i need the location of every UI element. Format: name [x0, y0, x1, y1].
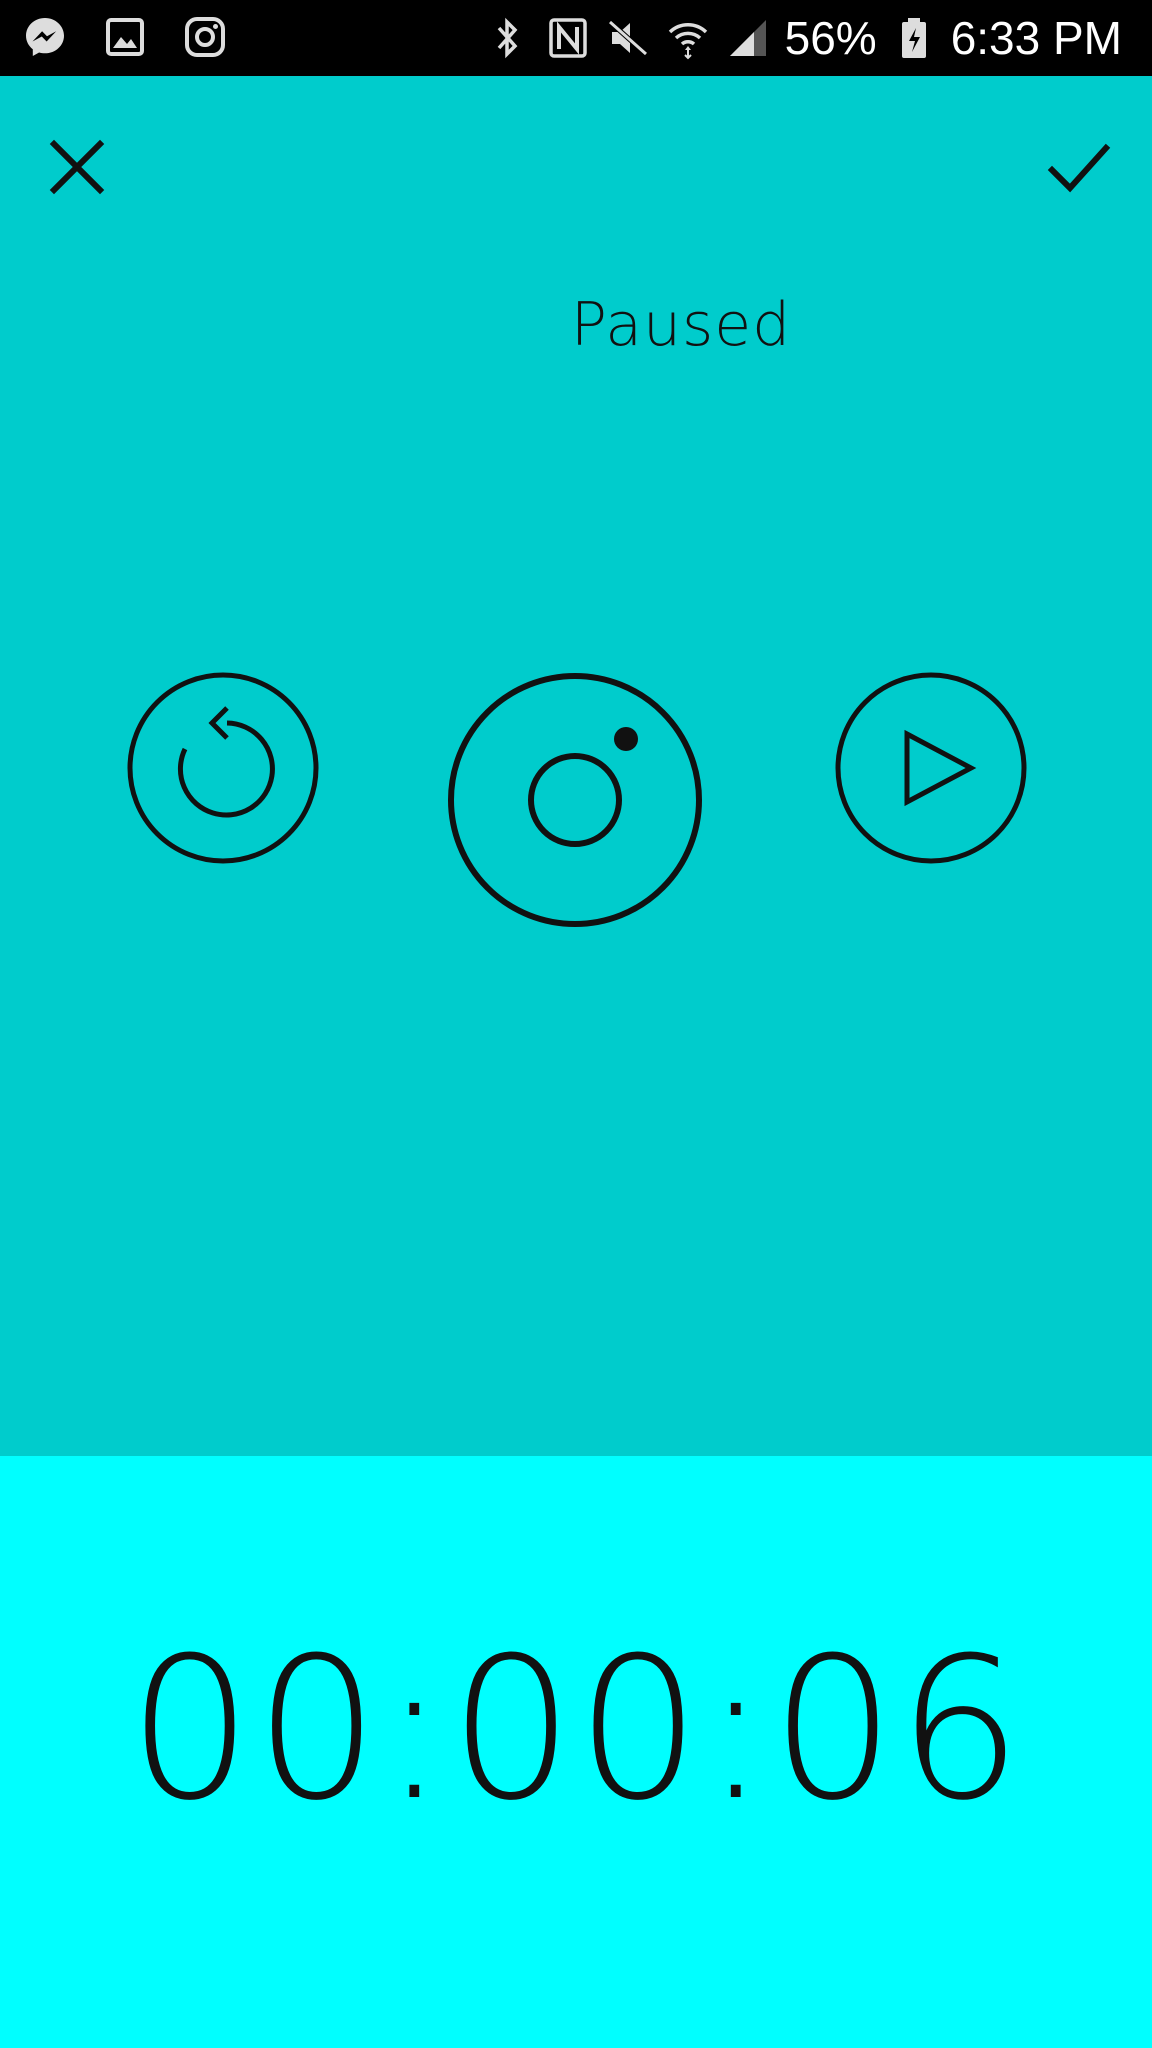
recording-status: Paused	[570, 290, 792, 360]
bluetooth-icon	[485, 15, 531, 61]
messenger-icon	[22, 14, 68, 60]
record-icon	[448, 673, 702, 927]
gallery-icon	[102, 14, 148, 60]
recorder-panel: Paused	[0, 76, 1152, 1456]
close-icon	[49, 139, 105, 195]
play-button[interactable]	[834, 671, 1028, 865]
mute-icon	[605, 15, 651, 61]
timer-panel: 00:00:06	[0, 1456, 1152, 2048]
system-indicators: 56% 6:33 PM	[485, 10, 1122, 66]
check-icon	[1047, 143, 1111, 193]
close-button[interactable]	[46, 136, 108, 198]
notification-icons	[22, 14, 228, 60]
elapsed-timer: 00:00:06	[127, 1616, 1025, 1844]
reset-icon	[127, 672, 319, 864]
battery-percent: 56%	[784, 12, 877, 64]
play-icon	[835, 672, 1027, 864]
confirm-button[interactable]	[1046, 136, 1112, 198]
reset-button[interactable]	[126, 671, 320, 865]
clock: 6:33 PM	[950, 12, 1122, 64]
instagram-icon	[182, 14, 228, 60]
signal-icon	[725, 15, 771, 61]
status-bar: 56% 6:33 PM	[0, 0, 1152, 76]
wifi-icon	[665, 15, 711, 61]
record-button[interactable]	[446, 671, 704, 929]
battery-icon	[891, 15, 937, 61]
nfc-icon	[545, 15, 591, 61]
